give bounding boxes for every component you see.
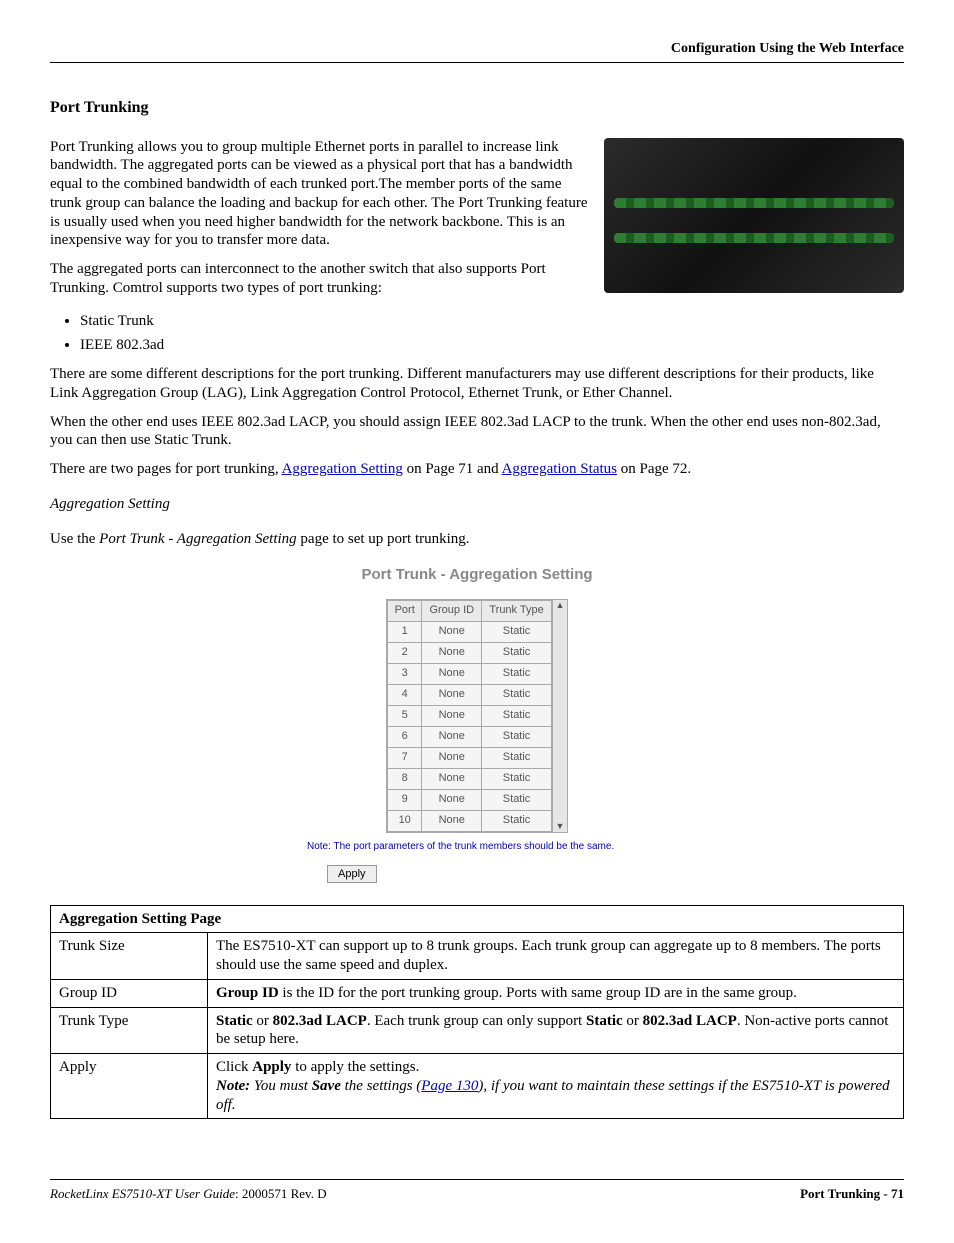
table-row: ApplyClick Apply to apply the settings.N…	[51, 1054, 904, 1119]
cell-trunk-type[interactable]: Static	[482, 706, 552, 727]
subsection-use-line: Use the Port Trunk - Aggregation Setting…	[50, 530, 904, 549]
text: on Page 72.	[617, 461, 691, 477]
row-key: Group ID	[51, 979, 208, 1007]
cell-trunk-type[interactable]: Static	[482, 685, 552, 706]
list-item: Static Trunk	[80, 312, 904, 331]
cell-group-id[interactable]: None	[422, 664, 482, 685]
table-row: Trunk SizeThe ES7510-XT can support up t…	[51, 933, 904, 980]
page-130-link[interactable]: Page 130	[421, 1078, 478, 1094]
ui-panel-title: Port Trunk - Aggregation Setting	[327, 566, 627, 585]
cell-port: 4	[388, 685, 422, 706]
text: Use the	[50, 531, 99, 547]
row-key: Apply	[51, 1054, 208, 1119]
cell-group-id[interactable]: None	[422, 748, 482, 769]
aggregation-status-link[interactable]: Aggregation Status	[502, 461, 617, 477]
cell-port: 2	[388, 643, 422, 664]
row-value: Group ID is the ID for the port trunking…	[208, 979, 904, 1007]
ui-screenshot-panel: Port Trunk - Aggregation Setting Port Gr…	[327, 566, 627, 833]
table-row: 8NoneStatic	[388, 769, 552, 790]
scrollbar[interactable]: ▲ ▼	[552, 600, 567, 832]
footer-guide-name: RocketLinx ES7510-XT User Guide	[50, 1186, 235, 1201]
cell-port: 8	[388, 769, 422, 790]
cell-group-id[interactable]: None	[422, 643, 482, 664]
cell-port: 7	[388, 748, 422, 769]
cell-port: 10	[388, 811, 422, 832]
row-key: Trunk Size	[51, 933, 208, 980]
scroll-down-icon[interactable]: ▼	[556, 821, 565, 832]
aggregation-setting-doc-table: Aggregation Setting Page Trunk SizeThe E…	[50, 905, 904, 1120]
cell-trunk-type[interactable]: Static	[482, 622, 552, 643]
pages-reference-line: There are two pages for port trunking, A…	[50, 460, 904, 479]
cell-group-id[interactable]: None	[422, 622, 482, 643]
table-row: 6NoneStatic	[388, 727, 552, 748]
col-group-id: Group ID	[422, 601, 482, 622]
page-footer: RocketLinx ES7510-XT User Guide: 2000571…	[50, 1179, 904, 1202]
cell-port: 9	[388, 790, 422, 811]
cell-port: 5	[388, 706, 422, 727]
footer-revision: : 2000571 Rev. D	[235, 1186, 327, 1201]
cell-group-id[interactable]: None	[422, 706, 482, 727]
list-item: IEEE 802.3ad	[80, 336, 904, 355]
header-right-text: Configuration Using the Web Interface	[671, 41, 904, 56]
cell-trunk-type[interactable]: Static	[482, 769, 552, 790]
ui-table-wrap: Port Group ID Trunk Type 1NoneStatic2Non…	[386, 599, 568, 833]
table-row: 5NoneStatic	[388, 706, 552, 727]
table-row: Trunk TypeStatic or 802.3ad LACP. Each t…	[51, 1007, 904, 1054]
trunking-types-list: Static Trunk IEEE 802.3ad	[80, 312, 904, 356]
ui-note-text: Note: The port parameters of the trunk m…	[307, 841, 647, 854]
row-key: Trunk Type	[51, 1007, 208, 1054]
cell-trunk-type[interactable]: Static	[482, 664, 552, 685]
table-row: 3NoneStatic	[388, 664, 552, 685]
text: on Page 71 and	[403, 461, 502, 477]
table-row: 9NoneStatic	[388, 790, 552, 811]
cell-group-id[interactable]: None	[422, 790, 482, 811]
scroll-up-icon[interactable]: ▲	[556, 600, 565, 611]
description-paragraph-2: When the other end uses IEEE 802.3ad LAC…	[50, 413, 904, 451]
table-row: 4NoneStatic	[388, 685, 552, 706]
cell-trunk-type[interactable]: Static	[482, 643, 552, 664]
text: There are two pages for port trunking,	[50, 461, 282, 477]
table-row: 2NoneStatic	[388, 643, 552, 664]
footer-left: RocketLinx ES7510-XT User Guide: 2000571…	[50, 1186, 327, 1202]
text: page to set up port trunking.	[297, 531, 470, 547]
cell-port: 6	[388, 727, 422, 748]
cell-trunk-type[interactable]: Static	[482, 790, 552, 811]
device-illustration	[604, 138, 904, 293]
page-header: Configuration Using the Web Interface	[50, 40, 904, 63]
section-title: Port Trunking	[50, 98, 904, 118]
table-row: 1NoneStatic	[388, 622, 552, 643]
aggregation-setting-link[interactable]: Aggregation Setting	[282, 461, 403, 477]
intro-block: Port Trunking allows you to group multip…	[50, 138, 904, 308]
apply-button[interactable]: Apply	[327, 865, 377, 883]
row-value: Click Apply to apply the settings.Note: …	[208, 1054, 904, 1119]
cell-port: 1	[388, 622, 422, 643]
port-trunk-table: Port Group ID Trunk Type 1NoneStatic2Non…	[387, 600, 552, 832]
table-row: Group IDGroup ID is the ID for the port …	[51, 979, 904, 1007]
cell-trunk-type[interactable]: Static	[482, 727, 552, 748]
table-row: 10NoneStatic	[388, 811, 552, 832]
table-row: 7NoneStatic	[388, 748, 552, 769]
subsection-title: Aggregation Setting	[50, 495, 904, 514]
cell-group-id[interactable]: None	[422, 811, 482, 832]
row-value: Static or 802.3ad LACP. Each trunk group…	[208, 1007, 904, 1054]
col-port: Port	[388, 601, 422, 622]
footer-right: Port Trunking - 71	[800, 1186, 904, 1202]
cell-group-id[interactable]: None	[422, 727, 482, 748]
row-value: The ES7510-XT can support up to 8 trunk …	[208, 933, 904, 980]
cell-trunk-type[interactable]: Static	[482, 748, 552, 769]
cell-port: 3	[388, 664, 422, 685]
page-name-italic: Port Trunk - Aggregation Setting	[99, 531, 297, 547]
description-paragraph-1: There are some different descriptions fo…	[50, 365, 904, 403]
cell-group-id[interactable]: None	[422, 769, 482, 790]
cell-group-id[interactable]: None	[422, 685, 482, 706]
col-trunk-type: Trunk Type	[482, 601, 552, 622]
cell-trunk-type[interactable]: Static	[482, 811, 552, 832]
doc-table-header: Aggregation Setting Page	[51, 905, 904, 933]
